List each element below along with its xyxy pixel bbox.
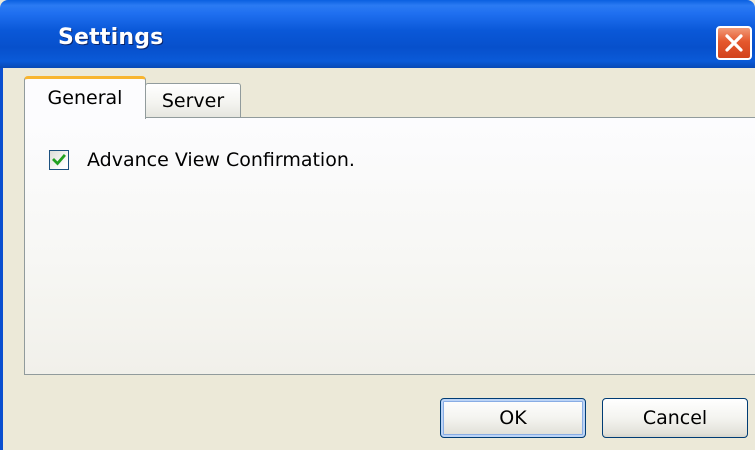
ok-button[interactable]: OK	[440, 398, 586, 438]
close-button[interactable]	[716, 26, 752, 60]
advance-view-confirmation-checkbox[interactable]	[49, 150, 69, 170]
checkmark-icon	[52, 154, 66, 166]
tab-panel-general: Advance View Confirmation.	[24, 117, 755, 375]
cancel-button[interactable]: Cancel	[602, 398, 748, 438]
tab-server[interactable]: Server	[145, 83, 241, 117]
title-bar[interactable]: Settings	[0, 0, 755, 68]
tab-general[interactable]: General	[24, 76, 146, 119]
settings-dialog: Settings General Server Advance View Con…	[0, 0, 755, 450]
advance-view-confirmation-label: Advance View Confirmation.	[87, 149, 355, 171]
advance-view-confirmation-option[interactable]: Advance View Confirmation.	[49, 148, 355, 172]
close-icon	[725, 34, 743, 52]
window-title: Settings	[58, 25, 164, 50]
